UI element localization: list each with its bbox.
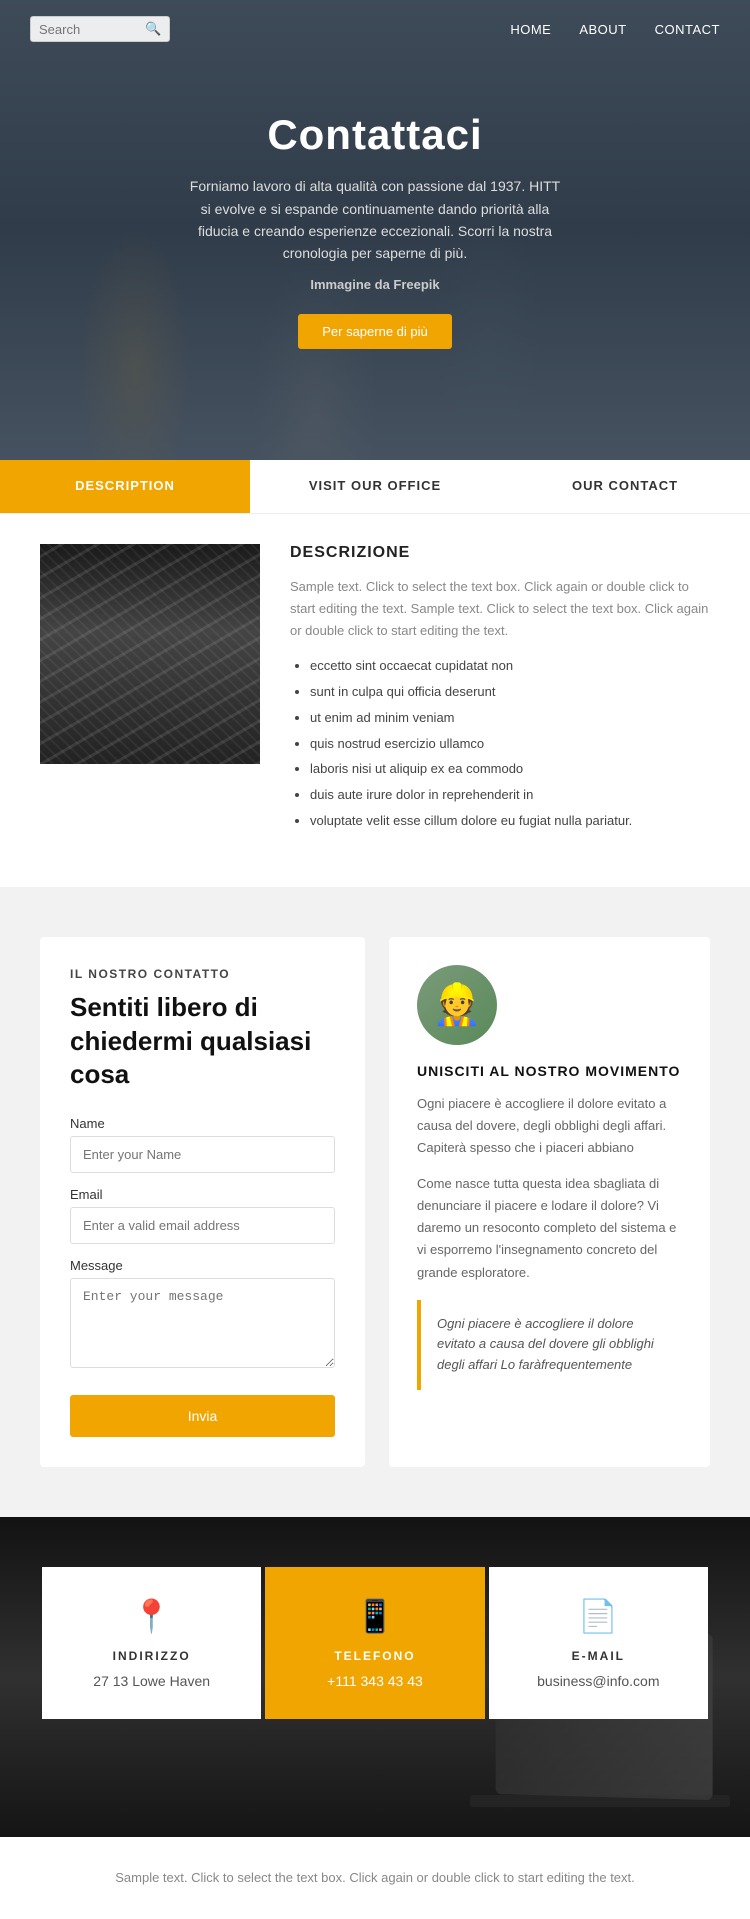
list-item: ut enim ad minim veniam: [310, 708, 710, 729]
phone-value: +111 343 43 43: [285, 1673, 464, 1689]
name-field: Name: [70, 1116, 335, 1173]
tabs: DESCRIPTION VISIT OUR OFFICE OUR CONTACT: [0, 460, 750, 513]
navigation: 🔍 HOME ABOUT CONTACT: [0, 0, 750, 58]
nav-link-home[interactable]: HOME: [510, 22, 551, 37]
email-value: business@info.com: [509, 1673, 688, 1689]
join-paragraph-2: Come nasce tutta questa idea sbagliata d…: [417, 1173, 682, 1283]
list-item: laboris nisi ut aliquip ex ea commodo: [310, 759, 710, 780]
search-icon: 🔍: [145, 21, 161, 37]
quote-box: Ogni piacere è accogliere il dolore evit…: [417, 1300, 682, 1390]
search-input[interactable]: [39, 22, 139, 37]
footer-cards: 📍 INDIRIZZO 27 13 Lowe Haven 📱 TELEFONO …: [0, 1517, 750, 1769]
list-item: quis nostrud esercizio ullamco: [310, 734, 710, 755]
footer-card-email: 📄 E-MAIL business@info.com: [489, 1567, 708, 1719]
description-list: eccetto sint occaecat cupidatat non sunt…: [290, 656, 710, 832]
email-icon: 📄: [509, 1597, 688, 1635]
description-sample: Sample text. Click to select the text bo…: [290, 576, 710, 642]
submit-button[interactable]: Invia: [70, 1395, 335, 1437]
hero-title: Contattaci: [185, 111, 565, 159]
search-box[interactable]: 🔍: [30, 16, 170, 42]
hero-cta-button[interactable]: Per saperne di più: [298, 314, 452, 349]
join-paragraph-1: Ogni piacere è accogliere il dolore evit…: [417, 1093, 682, 1159]
footer-card-address: 📍 INDIRIZZO 27 13 Lowe Haven: [42, 1567, 261, 1719]
nav-links: HOME ABOUT CONTACT: [510, 22, 720, 37]
phone-title: TELEFONO: [285, 1649, 464, 1663]
list-item: sunt in culpa qui officia deserunt: [310, 682, 710, 703]
tab-our-contact[interactable]: OUR CONTACT: [500, 460, 750, 513]
hero-content: Contattaci Forniamo lavoro di alta quali…: [165, 91, 585, 369]
contact-heading: Sentiti libero di chiedermi qualsiasi co…: [70, 991, 335, 1092]
list-item: eccetto sint occaecat cupidatat non: [310, 656, 710, 677]
description-section: DESCRIZIONE Sample text. Click to select…: [0, 514, 750, 887]
name-label: Name: [70, 1116, 335, 1131]
email-title: E-MAIL: [509, 1649, 688, 1663]
nav-link-contact[interactable]: CONTACT: [655, 22, 720, 37]
phone-icon: 📱: [285, 1597, 464, 1635]
message-field: Message: [70, 1258, 335, 1373]
message-label: Message: [70, 1258, 335, 1273]
message-input[interactable]: [70, 1278, 335, 1368]
email-field: Email: [70, 1187, 335, 1244]
email-label: Email: [70, 1187, 335, 1202]
join-title: UNISCITI AL NOSTRO MOVIMENTO: [417, 1063, 682, 1079]
list-item: voluptate velit esse cillum dolore eu fu…: [310, 811, 710, 832]
address-title: INDIRIZZO: [62, 1649, 241, 1663]
contact-section-label: IL NOSTRO CONTATTO: [70, 967, 335, 981]
tabs-section: DESCRIPTION VISIT OUR OFFICE OUR CONTACT: [0, 460, 750, 514]
name-input[interactable]: [70, 1136, 335, 1173]
tab-visit-office[interactable]: VISIT OUR OFFICE: [250, 460, 500, 513]
footer-section: 📍 INDIRIZZO 27 13 Lowe Haven 📱 TELEFONO …: [0, 1517, 750, 1837]
contact-info-card: UNISCITI AL NOSTRO MOVIMENTO Ogni piacer…: [389, 937, 710, 1467]
avatar: [417, 965, 497, 1045]
footer-card-phone: 📱 TELEFONO +111 343 43 43: [265, 1567, 484, 1719]
hero-subtitle: Forniamo lavoro di alta qualità con pass…: [185, 175, 565, 265]
content-text: DESCRIZIONE Sample text. Click to select…: [290, 544, 710, 837]
quote-text: Ogni piacere è accogliere il dolore evit…: [437, 1314, 666, 1376]
email-input[interactable]: [70, 1207, 335, 1244]
content-image: [40, 544, 260, 764]
contact-section: IL NOSTRO CONTATTO Sentiti libero di chi…: [0, 887, 750, 1517]
tab-description[interactable]: DESCRIPTION: [0, 460, 250, 513]
list-item: duis aute irure dolor in reprehenderit i…: [310, 785, 710, 806]
address-value: 27 13 Lowe Haven: [62, 1673, 241, 1689]
nav-link-about[interactable]: ABOUT: [579, 22, 626, 37]
location-icon: 📍: [62, 1597, 241, 1635]
description-title: DESCRIZIONE: [290, 544, 710, 562]
contact-form-card: IL NOSTRO CONTATTO Sentiti libero di chi…: [40, 937, 365, 1467]
footer-bottom: Sample text. Click to select the text bo…: [0, 1837, 750, 1919]
hero-image-credit: Immagine da Freepik: [185, 277, 565, 292]
footer-bottom-text: Sample text. Click to select the text bo…: [30, 1867, 720, 1889]
